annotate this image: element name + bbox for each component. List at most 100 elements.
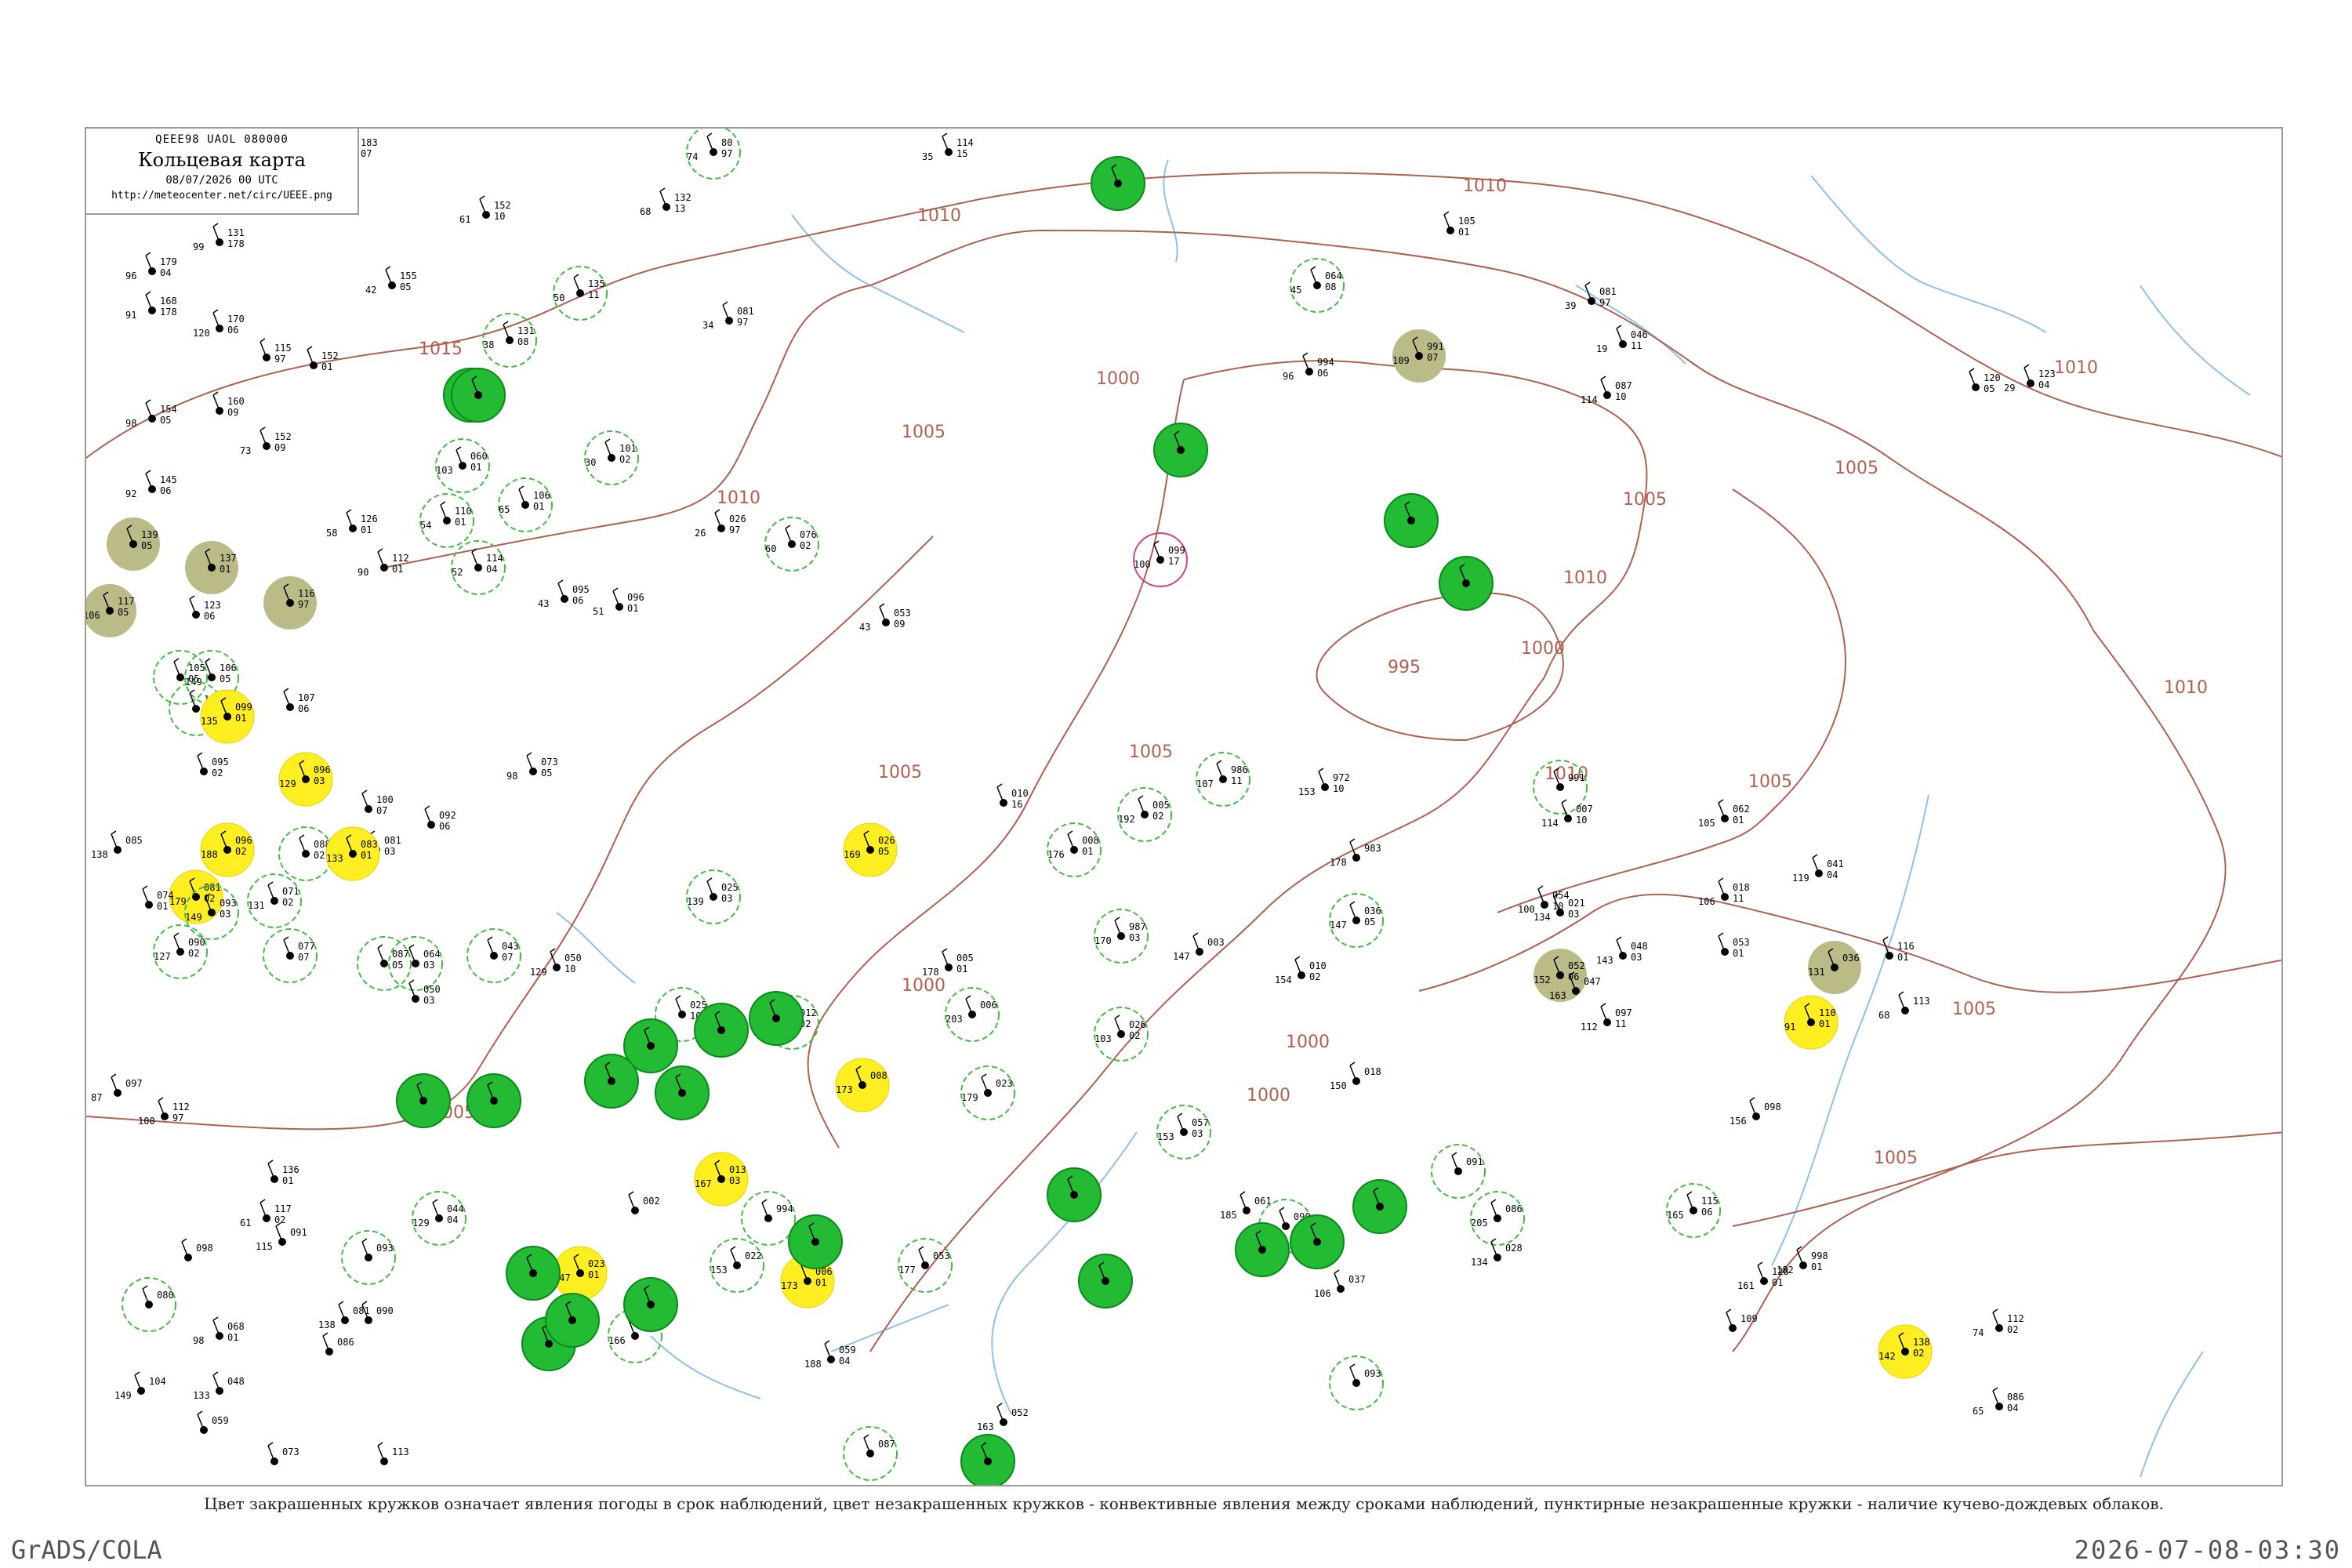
station-ring[interactable]: 10102 30	[584, 430, 639, 485]
station-plain[interactable]: 168178 91	[125, 291, 177, 321]
station-fog[interactable]: 036 131	[1808, 941, 1861, 994]
station-plain[interactable]: 059	[197, 1410, 229, 1434]
station-plain[interactable]: 11202 74	[1973, 1308, 2024, 1338]
station-ring[interactable]: 006 203	[945, 987, 1000, 1042]
station-rain[interactable]	[1290, 1214, 1345, 1269]
station-fog[interactable]: 13701	[185, 541, 238, 594]
station-plain[interactable]: 17006 120	[193, 309, 245, 339]
station-thunder[interactable]: 01303 167	[694, 1152, 749, 1207]
station-ring[interactable]: 08705	[357, 936, 412, 991]
station-rain[interactable]	[749, 991, 804, 1046]
station-plain[interactable]: 01016	[996, 783, 1029, 810]
station-ring[interactable]: 07707	[263, 928, 318, 983]
station-rain[interactable]	[466, 1073, 521, 1128]
station-rain[interactable]	[396, 1073, 451, 1128]
station-ring[interactable]: 091	[1431, 1144, 1486, 1199]
station-plain[interactable]: 08197 39	[1565, 281, 1617, 311]
station-plain[interactable]: 13213 68	[640, 187, 691, 217]
station-ring[interactable]: 13108 38	[482, 313, 537, 368]
station-ring[interactable]: 053 177	[898, 1238, 953, 1293]
station-plain[interactable]: 11597	[260, 338, 292, 365]
station-plain[interactable]: 06201 105	[1698, 799, 1750, 829]
station-ring[interactable]: 03605 147	[1329, 893, 1384, 948]
station-plain[interactable]: 07305 98	[506, 752, 558, 782]
station-plain[interactable]: 99406 96	[1283, 352, 1334, 382]
station-plain[interactable]: 02697 26	[695, 509, 746, 539]
station-ring[interactable]: 98611 107	[1196, 752, 1250, 807]
station-rain[interactable]	[451, 368, 506, 423]
station-plain[interactable]: 08710 114	[1581, 376, 1632, 405]
station-plain[interactable]: 15505 42	[365, 266, 417, 296]
station-plain[interactable]: 10007	[361, 789, 394, 816]
station-ring[interactable]: 08802	[278, 826, 333, 881]
station-plain[interactable]: 098 156	[1730, 1097, 1781, 1127]
station-rain[interactable]	[1078, 1254, 1133, 1308]
station-plain[interactable]: 086	[322, 1332, 354, 1356]
station-rain[interactable]	[655, 1065, 710, 1120]
station-thunder[interactable]: 008 173	[835, 1058, 890, 1112]
station-ring[interactable]: 98703 170	[1094, 909, 1149, 964]
station-thunder[interactable]: 09603 129	[278, 752, 333, 807]
station-plain[interactable]: 983 178	[1330, 838, 1381, 868]
station-plain[interactable]: 085 138	[91, 830, 143, 860]
station-ring[interactable]: 09002 127	[153, 924, 208, 979]
station-fog[interactable]: 11697	[263, 576, 317, 630]
station-ring[interactable]: 02602 103	[1094, 1007, 1149, 1062]
station-plain[interactable]: 00501 178	[922, 948, 974, 978]
station-plain[interactable]: 003 147	[1173, 932, 1225, 962]
station-plain[interactable]: 028 134	[1471, 1238, 1523, 1268]
station-rain[interactable]	[623, 1277, 678, 1332]
station-rain[interactable]	[788, 1214, 843, 1269]
station-plain[interactable]: 11201 90	[358, 548, 409, 578]
station-plain[interactable]: 16009	[212, 391, 245, 418]
map-url[interactable]: http://meteocenter.net/circ/UEEE.png	[86, 190, 358, 201]
station-plain[interactable]: 01002 154	[1275, 956, 1327, 985]
station-rain[interactable]	[545, 1293, 600, 1348]
station-plain[interactable]: 05904 188	[804, 1340, 856, 1370]
station-plain[interactable]: 104 149	[114, 1371, 166, 1401]
station-plain[interactable]: 05301	[1718, 932, 1750, 959]
station-plain[interactable]: 12306	[189, 595, 221, 622]
station-rain[interactable]	[694, 1003, 749, 1058]
station-plain[interactable]: 12801 161	[1737, 1261, 1789, 1291]
station-rain[interactable]	[1352, 1179, 1407, 1234]
station-plain[interactable]: 098	[181, 1238, 213, 1261]
station-plain[interactable]: 12601 58	[326, 509, 378, 539]
station-thunder[interactable]: 02605 169	[843, 822, 898, 877]
station-ring[interactable]: 11001 54	[419, 493, 474, 548]
station-plain[interactable]: 09506 43	[538, 579, 590, 609]
station-ring[interactable]: 093	[341, 1230, 396, 1285]
station-thunder[interactable]: 02301347	[553, 1246, 608, 1301]
station-plain[interactable]: 109	[1726, 1308, 1758, 1332]
station-plain[interactable]: 10706	[283, 688, 315, 714]
station-plain[interactable]: 131178 99	[193, 223, 245, 252]
station-ring[interactable]: 04307	[466, 928, 521, 983]
station-rain[interactable]	[1384, 493, 1439, 548]
station-plain[interactable]: 97210 153	[1298, 768, 1350, 797]
station-ring[interactable]: 07102 131	[247, 873, 302, 928]
station-plain[interactable]: 091 115	[256, 1222, 307, 1252]
station-plain[interactable]: 097 87	[91, 1073, 143, 1103]
station-thunder[interactable]: 08301 133	[325, 826, 380, 881]
station-ring[interactable]: 13511 50	[553, 266, 608, 321]
station-ring[interactable]: 02503 139	[686, 869, 741, 924]
station-plain[interactable]: 00710 114	[1541, 799, 1593, 829]
station-fog[interactable]: 13905	[107, 517, 160, 571]
station-plain[interactable]: 15405 98	[125, 399, 177, 429]
station-plain[interactable]: 09601 51	[593, 587, 644, 617]
station-rain[interactable]	[1439, 556, 1494, 611]
station-plain[interactable]: 15201	[307, 346, 339, 372]
station-plain[interactable]: 1170261	[240, 1199, 292, 1229]
station-ring[interactable]: 11506 165	[1666, 1183, 1721, 1238]
station-ring[interactable]: 07602 60	[764, 517, 819, 572]
station-plain[interactable]: 04104 119	[1792, 854, 1844, 884]
station-plain[interactable]: 05010 129	[530, 948, 582, 978]
station-ring_magenta[interactable]: 09917 100	[1133, 532, 1188, 587]
station-ring[interactable]: 8097 74	[686, 129, 741, 180]
station-ring[interactable]: 022 153	[710, 1238, 764, 1293]
station-rain[interactable]	[1153, 423, 1208, 477]
station-ring[interactable]: 023 179	[960, 1065, 1015, 1120]
station-ring[interactable]: 00801 176	[1047, 822, 1102, 877]
station-rain[interactable]	[960, 1434, 1015, 1486]
station-plain[interactable]: 061185	[1220, 1191, 1272, 1221]
